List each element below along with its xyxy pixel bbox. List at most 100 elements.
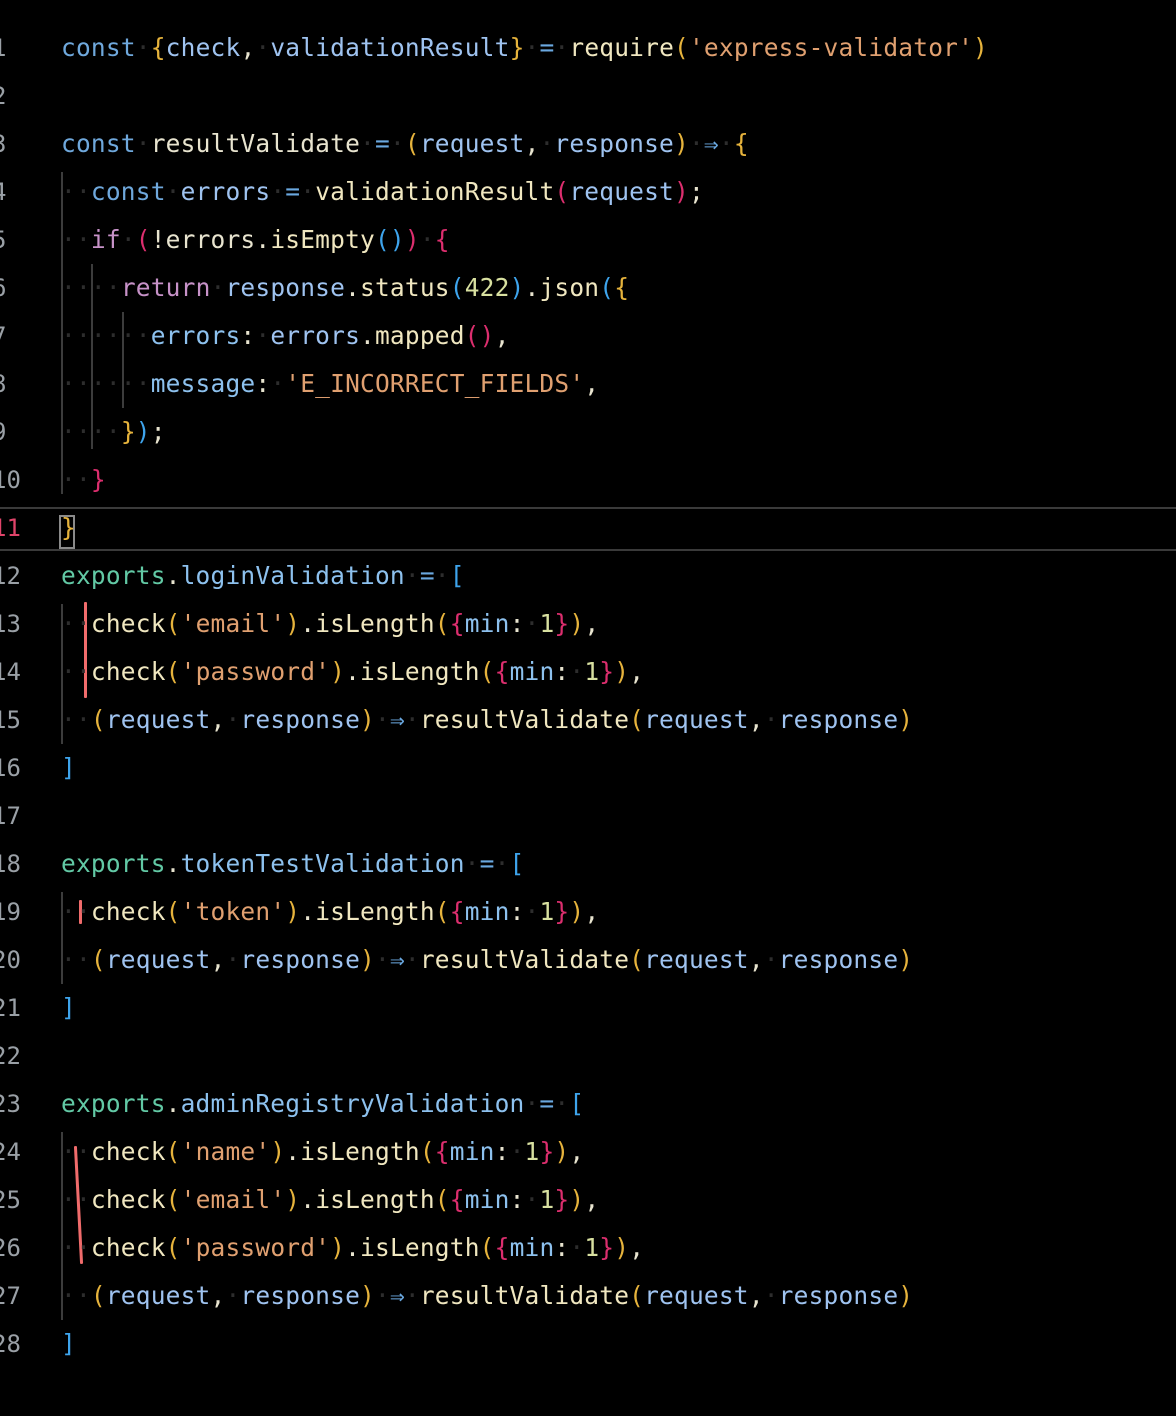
code-token: { — [434, 1137, 450, 1166]
code-token: response — [240, 1281, 361, 1310]
code-token: ( — [135, 225, 151, 254]
line-number: 26 — [0, 1234, 21, 1262]
whitespace-marker: · — [255, 321, 271, 350]
code-line[interactable]: 1const·{check,·validationResult}·=·requi… — [0, 24, 1176, 72]
whitespace-marker: · — [404, 561, 420, 590]
whitespace-marker: ·· — [61, 657, 91, 686]
code-token: ) — [569, 897, 585, 926]
whitespace-marker: · — [494, 849, 510, 878]
code-line[interactable]: 23exports.adminRegistryValidation·=·[ — [0, 1080, 1176, 1128]
code-token: ( — [165, 897, 181, 926]
whitespace-marker: · — [404, 945, 420, 974]
code-token: . — [300, 609, 316, 638]
code-line[interactable]: 21] — [0, 984, 1176, 1032]
code-line[interactable]: 24··check('name').isLength({min:·1}), — [0, 1128, 1176, 1176]
code-token: min — [464, 1185, 510, 1214]
code-token: ) — [569, 1185, 585, 1214]
code-line[interactable]: 20··(request,·response)·⇒·resultValidate… — [0, 936, 1176, 984]
code-line[interactable]: 17 — [0, 792, 1176, 840]
code-line[interactable]: 22 — [0, 1032, 1176, 1080]
code-token: ⇒ — [389, 1281, 405, 1310]
line-number: 23 — [0, 1090, 21, 1118]
code-token: . — [300, 897, 316, 926]
code-line[interactable]: 12exports.loginValidation·=·[ — [0, 552, 1176, 600]
line-code: ··(request,·response)·⇒·resultValidate(r… — [61, 945, 913, 975]
code-line[interactable]: 26··check('password').isLength({min:·1})… — [0, 1224, 1176, 1272]
code-token: errors — [165, 225, 256, 254]
code-token: request — [644, 705, 749, 734]
code-line[interactable]: 6····return·response.status(422).json({ — [0, 264, 1176, 312]
code-token: 'name' — [180, 1137, 271, 1166]
code-line[interactable]: 8 ······message:·'E_INCORRECT_FIELDS', — [0, 360, 1176, 408]
code-token: () — [464, 321, 495, 350]
code-token: 'token' — [180, 897, 286, 926]
code-line[interactable]: 10 ··} — [0, 456, 1176, 504]
line-number: 19 — [0, 898, 21, 926]
code-token: response — [225, 273, 346, 302]
code-token: : — [494, 1137, 510, 1166]
whitespace-marker: · — [509, 1137, 525, 1166]
code-line[interactable]: 4··const·errors·=·validationResult(reque… — [0, 168, 1176, 216]
code-token: } — [554, 609, 570, 638]
line-number: 7 — [0, 321, 6, 351]
code-token: require — [569, 33, 675, 62]
code-line[interactable]: 27··(request,·response)·⇒·resultValidate… — [0, 1272, 1176, 1320]
whitespace-marker: · — [404, 1281, 420, 1310]
code-token: ( — [629, 945, 645, 974]
code-token: () — [374, 225, 405, 254]
code-line[interactable]: 11} — [0, 504, 1176, 552]
code-line[interactable]: 19··check('token').isLength({min:·1}), — [0, 888, 1176, 936]
code-token: 1 — [524, 1137, 540, 1166]
line-code: ····}); — [61, 417, 166, 447]
code-token: ( — [449, 273, 465, 302]
code-line[interactable]: 7······errors:·errors.mapped(), — [0, 312, 1176, 360]
line-code: ··check('password').isLength({min:·1}), — [61, 657, 644, 687]
code-token: ] — [61, 753, 76, 782]
code-token: , — [629, 1233, 645, 1262]
code-token: ) — [404, 225, 420, 254]
code-token: , — [210, 1281, 226, 1310]
whitespace-marker: ·· — [61, 1233, 91, 1262]
code-token: request — [105, 705, 211, 734]
line-code: ··(request,·response)·⇒·resultValidate(r… — [61, 705, 913, 735]
code-token: exports — [61, 1089, 166, 1118]
code-token: ) — [614, 1233, 630, 1262]
code-token: { — [434, 225, 450, 254]
code-line[interactable]: 3const·resultValidate·=·(request,·respon… — [0, 120, 1176, 168]
whitespace-marker: · — [434, 561, 450, 590]
code-line[interactable]: 16] — [0, 744, 1176, 792]
code-token: ] — [61, 993, 76, 1022]
code-line[interactable]: 2 — [0, 72, 1176, 120]
line-number: 18 — [0, 850, 21, 878]
whitespace-marker: · — [404, 705, 420, 734]
code-token: ( — [165, 657, 181, 686]
line-number: 12 — [0, 562, 21, 590]
whitespace-marker: · — [569, 657, 585, 686]
code-token: . — [165, 1089, 181, 1118]
code-token: min — [509, 1233, 555, 1262]
code-token: response — [554, 129, 675, 158]
code-token: check — [90, 1233, 166, 1262]
line-code: ··check('email').isLength({min:·1}), — [61, 609, 599, 639]
code-line[interactable]: 14··check('password').isLength({min:·1})… — [0, 648, 1176, 696]
code-line[interactable]: 13··check('email').isLength({min:·1}), — [0, 600, 1176, 648]
code-line[interactable]: 5··if·(!errors.isEmpty())·{ — [0, 216, 1176, 264]
code-token: resultValidate — [419, 945, 630, 974]
code-editor[interactable]: 1const·{check,·validationResult}·=·requi… — [0, 0, 1176, 1416]
line-number: 17 — [0, 802, 21, 830]
whitespace-marker: · — [763, 945, 779, 974]
code-line[interactable]: 25··check('email').isLength({min:·1}), — [0, 1176, 1176, 1224]
code-token: json — [539, 273, 600, 302]
code-line[interactable]: 28] — [0, 1320, 1176, 1368]
whitespace-marker: · — [688, 129, 704, 158]
code-line[interactable]: 18exports.tokenTestValidation·=·[ — [0, 840, 1176, 888]
code-token: ) — [898, 945, 914, 974]
code-line[interactable]: 15··(request,·response)·⇒·resultValidate… — [0, 696, 1176, 744]
code-token: 'password' — [180, 657, 331, 686]
code-token: return — [120, 273, 211, 302]
code-token: ; — [150, 417, 166, 446]
code-token: = — [539, 33, 555, 62]
code-token: ( — [629, 1281, 645, 1310]
whitespace-marker: · — [524, 609, 540, 638]
code-line[interactable]: 9 ····}); — [0, 408, 1176, 456]
